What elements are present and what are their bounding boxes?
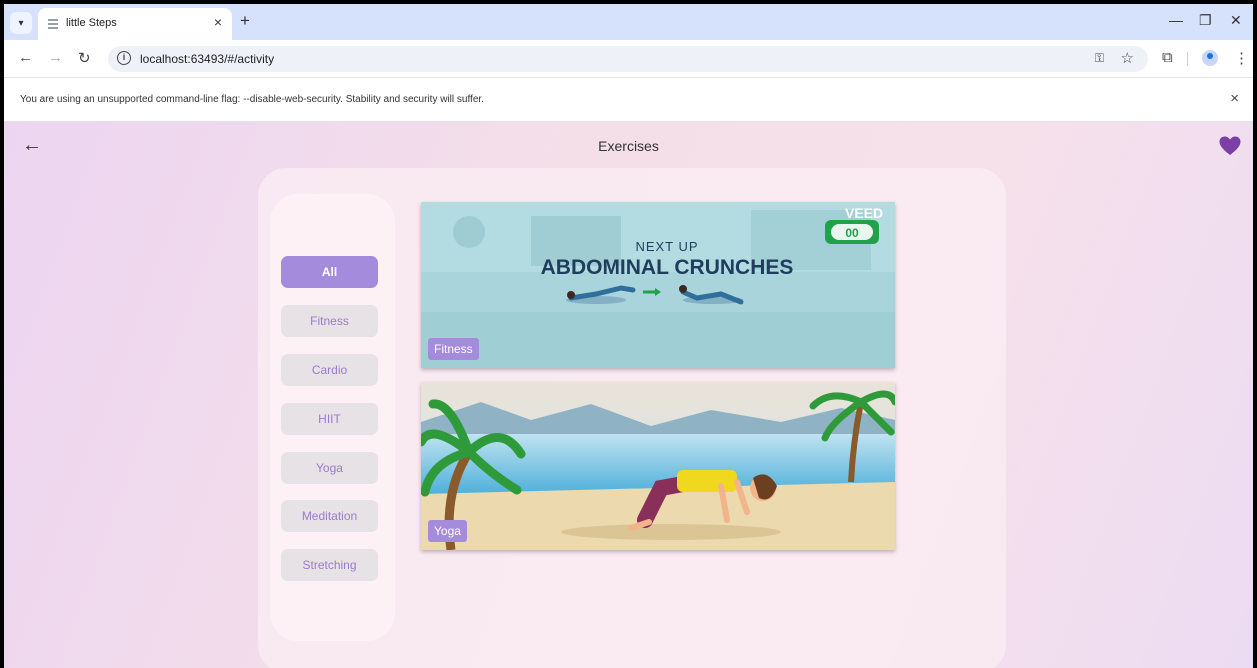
- restore-icon[interactable]: ❐: [1199, 12, 1212, 29]
- browser-window: ▾ little Steps × + — ❐ ✕ ← → ↻ i localho…: [4, 4, 1253, 668]
- new-tab-button[interactable]: +: [240, 11, 250, 31]
- forward-nav-icon[interactable]: →: [48, 49, 63, 66]
- site-info-icon[interactable]: i: [117, 51, 131, 65]
- minimize-icon[interactable]: —: [1169, 12, 1183, 28]
- extensions-icon[interactable]: ⧉: [1162, 49, 1173, 66]
- infobar-message: You are using an unsupported command-lin…: [20, 94, 484, 105]
- filter-meditation-button[interactable]: Meditation: [281, 500, 378, 532]
- url-text[interactable]: localhost:63493/#/activity: [140, 52, 274, 66]
- infobar-close-icon[interactable]: ×: [1230, 90, 1239, 107]
- reload-icon[interactable]: ↻: [78, 49, 91, 67]
- tab-search-button[interactable]: ▾: [10, 12, 32, 34]
- address-bar[interactable]: i localhost:63493/#/activity ⚿ ☆: [108, 46, 1148, 72]
- filter-stretching-button[interactable]: Stretching: [281, 549, 378, 581]
- close-window-icon[interactable]: ✕: [1230, 12, 1242, 29]
- filter-fitness-button[interactable]: Fitness: [281, 305, 378, 337]
- password-key-icon[interactable]: ⚿: [1095, 51, 1104, 66]
- filter-hiit-button[interactable]: HIIT: [281, 403, 378, 435]
- app-view: ← Exercises All Fitness Cardio HIIT Yoga…: [4, 122, 1253, 668]
- next-up-text: NEXT UP: [635, 239, 698, 254]
- profile-avatar-icon[interactable]: [1202, 50, 1218, 66]
- page-favicon-icon: [48, 19, 58, 29]
- tab-close-icon[interactable]: ×: [214, 14, 222, 30]
- exercise-name-text: ABDOMINAL CRUNCHES: [541, 256, 794, 279]
- veed-watermark: VEED: [845, 205, 883, 221]
- toolbar-divider: [1187, 52, 1188, 66]
- filter-cardio-button[interactable]: Cardio: [281, 354, 378, 386]
- tab-strip: ▾ little Steps × + — ❐ ✕: [4, 4, 1253, 40]
- menu-kebab-icon[interactable]: ⋮: [1234, 49, 1249, 67]
- category-badge: Fitness: [428, 338, 479, 360]
- favorite-heart-icon[interactable]: [1218, 134, 1242, 158]
- beach-yoga-thumbnail: [421, 382, 895, 550]
- video-thumbnail-yoga[interactable]: Yoga: [421, 382, 895, 550]
- category-badge: Yoga: [428, 520, 467, 542]
- back-nav-icon[interactable]: ←: [18, 49, 33, 66]
- filter-all-button[interactable]: All: [281, 256, 378, 288]
- warning-infobar: You are using an unsupported command-lin…: [4, 77, 1253, 122]
- abdominal-crunches-thumbnail: NEXT UP ABDOMINAL CRUNCHES VEED 00: [421, 202, 895, 368]
- filter-yoga-button[interactable]: Yoga: [281, 452, 378, 484]
- veed-counter-text: 00: [845, 226, 859, 240]
- tab-title: little Steps: [66, 17, 117, 29]
- browser-tab[interactable]: little Steps ×: [38, 8, 232, 40]
- browser-toolbar: ← → ↻ i localhost:63493/#/activity ⚿ ☆ ⧉…: [4, 40, 1253, 77]
- video-thumbnail-fitness[interactable]: NEXT UP ABDOMINAL CRUNCHES VEED 00 Fitne…: [421, 202, 895, 368]
- page-title: Exercises: [598, 138, 659, 154]
- bookmark-star-icon[interactable]: ☆: [1121, 49, 1134, 67]
